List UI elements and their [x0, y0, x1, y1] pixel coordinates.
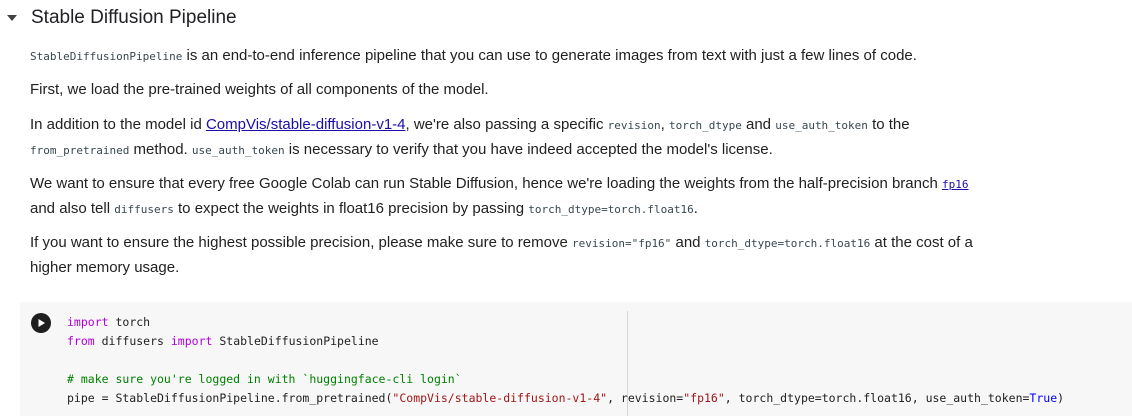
code-text: , revision= — [607, 391, 684, 405]
paragraph-text: If you want to ensure the highest possib… — [30, 234, 572, 251]
paragraph-load-weights: First, we load the pre-trained weights o… — [30, 78, 1120, 102]
inline-code: StableDiffusionPipeline — [30, 50, 183, 63]
paragraph-precision: If you want to ensure the highest possib… — [30, 231, 1120, 280]
inline-code: diffusers — [114, 203, 174, 216]
code-cell[interactable]: import torch from diffusers import Stabl… — [20, 302, 1132, 416]
paragraph-text: , we're also passing a specific — [405, 116, 608, 133]
paragraph-text: to expect the weights in float16 precisi… — [173, 200, 529, 217]
paragraph-text: method. — [129, 141, 192, 158]
code-comment: # make sure you're logged in with `huggi… — [67, 372, 462, 386]
inline-code: use_auth_token — [775, 119, 868, 132]
inline-code: revision="fp16" — [571, 237, 672, 250]
paragraph-text: and — [741, 116, 776, 133]
code-text: diffusers — [94, 334, 171, 348]
paragraph-text: is necessary to verify that you have ind… — [284, 141, 773, 158]
section-header: Stable Diffusion Pipeline — [6, 4, 237, 32]
code-text: torch — [108, 315, 151, 329]
section-title: Stable Diffusion Pipeline — [31, 7, 237, 28]
fp16-branch-link[interactable]: fp16 — [942, 178, 969, 191]
caret-down-icon[interactable] — [6, 12, 18, 24]
paragraph-text: higher memory usage. — [30, 259, 180, 276]
code-text: ) — [1057, 391, 1065, 405]
code-keyword: from — [67, 334, 95, 348]
paragraph-text: , — [660, 116, 669, 133]
paragraph-intro: StableDiffusionPipeline is an end-to-end… — [30, 44, 1120, 69]
paragraph-text: In addition to the model id — [30, 116, 206, 133]
paragraph-text: First, we load the pre-trained weights o… — [30, 81, 489, 98]
paragraph-text: to the — [867, 116, 910, 133]
inline-code: torch_dtype=torch.float16 — [704, 237, 871, 250]
inline-code: revision — [607, 119, 661, 132]
inline-code: torch_dtype=torch.float16 — [528, 203, 694, 216]
code-keyword: import — [170, 334, 213, 348]
paragraph-text: is an end-to-end inference pipeline that… — [182, 47, 917, 64]
code-keyword: import — [67, 315, 109, 329]
inline-code: torch_dtype — [668, 119, 742, 132]
run-cell-button[interactable] — [31, 313, 51, 333]
paragraph-text: and also tell — [30, 200, 115, 217]
inline-code: from_pretrained — [30, 144, 130, 157]
code-text: , torch_dtype=torch.float16, use_auth_to… — [724, 391, 1030, 405]
code-keyword: True — [1029, 391, 1058, 405]
paragraph-fp16: We want to ensure that every free Google… — [30, 172, 1120, 222]
code-text: StableDiffusionPipeline — [212, 334, 379, 348]
code-editor[interactable]: import torch from diffusers import Stabl… — [67, 313, 1064, 408]
paragraph-text: and — [671, 234, 705, 251]
code-string: "fp16" — [683, 391, 725, 405]
paragraph-text: . — [693, 200, 698, 217]
paragraph-text: We want to ensure that every free Google… — [30, 175, 942, 192]
paragraph-model-id: In addition to the model id CompVis/stab… — [30, 113, 1120, 163]
play-icon — [36, 318, 46, 328]
code-string: "CompVis/stable-diffusion-v1-4" — [392, 391, 608, 405]
inline-code: use_auth_token — [191, 144, 285, 157]
code-text: pipe = StableDiffusionPipeline.from_pret… — [67, 391, 393, 405]
model-id-link[interactable]: CompVis/stable-diffusion-v1-4 — [206, 116, 406, 133]
paragraph-text: at the cost of a — [870, 234, 973, 251]
